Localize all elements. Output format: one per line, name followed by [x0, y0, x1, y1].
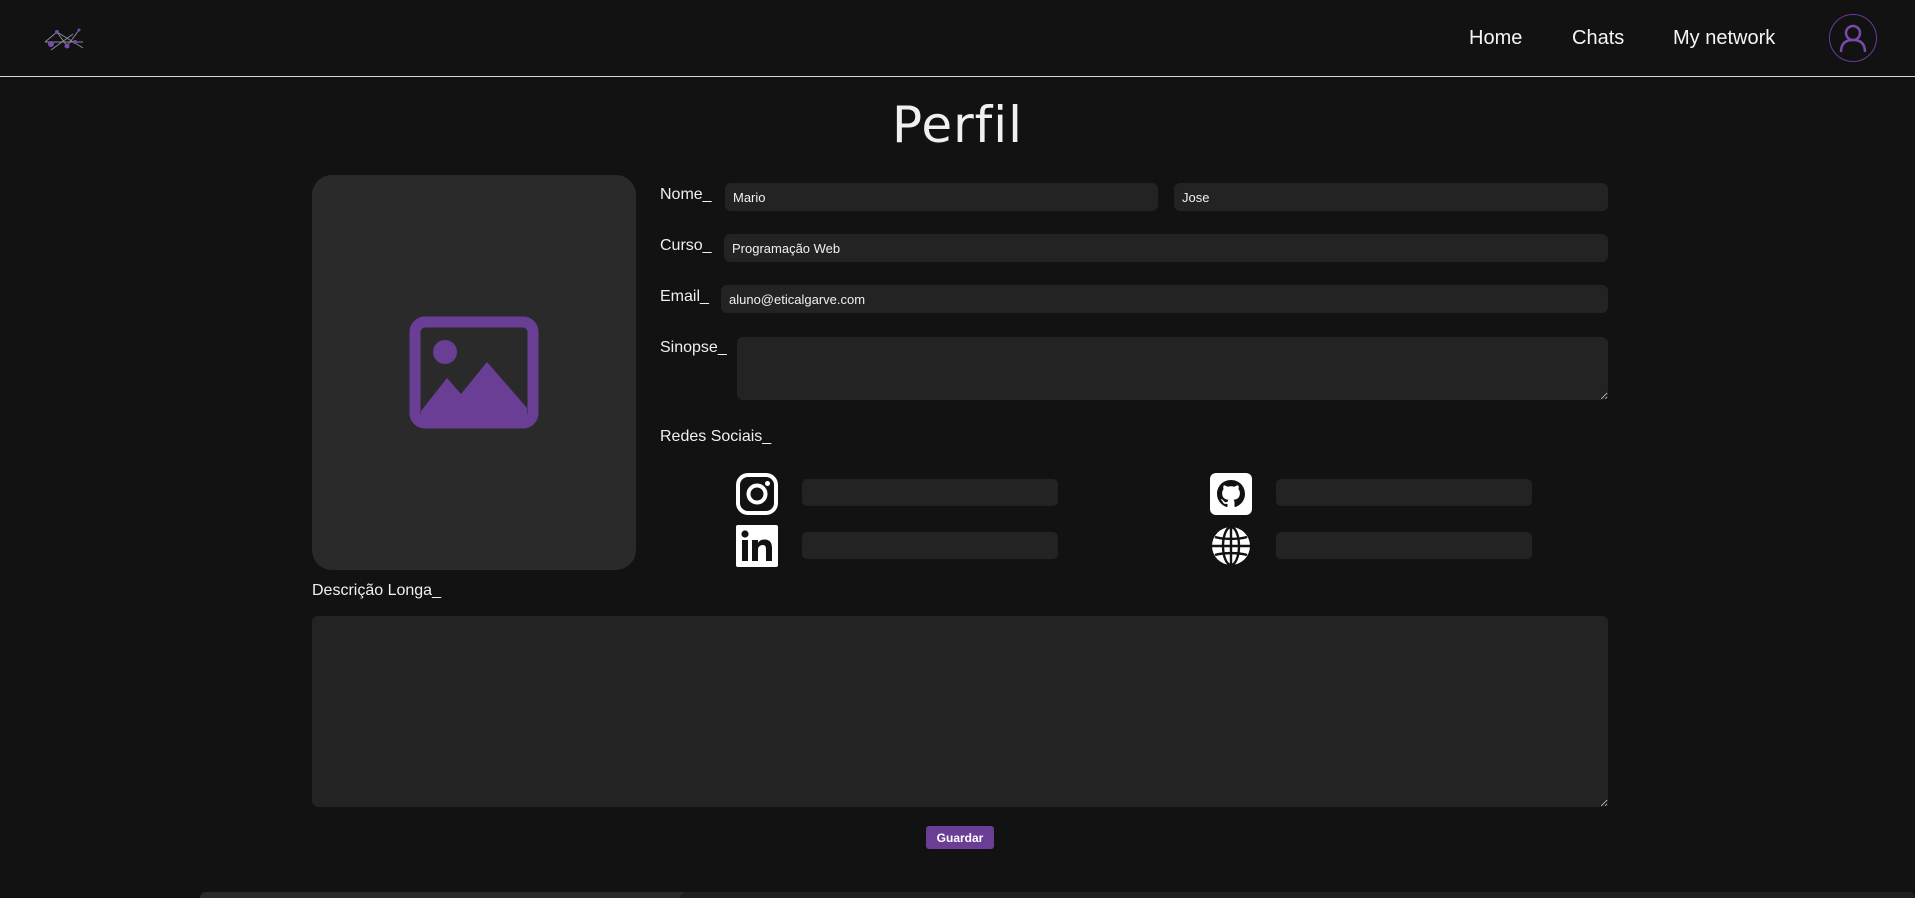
user-icon: [1839, 24, 1867, 53]
profile-photo-placeholder[interactable]: [312, 175, 636, 570]
last-name-input[interactable]: [1174, 183, 1608, 211]
logo-icon[interactable]: [43, 24, 87, 54]
instagram-input[interactable]: [802, 479, 1058, 506]
instagram-icon: [736, 473, 778, 515]
page-title: Perfil: [891, 96, 1024, 154]
linkedin-input[interactable]: [802, 532, 1058, 559]
github-icon: [1210, 473, 1252, 515]
redes-sociais-label: Redes Sociais_: [660, 428, 772, 445]
email-label: Email_: [660, 288, 709, 305]
email-input[interactable]: [721, 285, 1608, 313]
nav-chats-link[interactable]: Chats: [1572, 27, 1624, 50]
image-placeholder-icon: [409, 316, 539, 429]
curso-label: Curso_: [660, 237, 712, 254]
globe-icon: [1212, 525, 1250, 567]
curso-input[interactable]: [724, 234, 1608, 262]
linkedin-icon: [736, 525, 778, 567]
github-input[interactable]: [1276, 479, 1532, 506]
bottom-edge-right: [680, 892, 1915, 898]
guardar-button[interactable]: Guardar: [926, 826, 994, 849]
nome-label: Nome_: [660, 186, 712, 203]
website-input[interactable]: [1276, 532, 1532, 559]
nav-home-link[interactable]: Home: [1469, 27, 1522, 50]
descricao-longa-textarea[interactable]: [312, 616, 1608, 807]
sinopse-textarea[interactable]: [737, 337, 1608, 400]
sinopse-label: Sinopse_: [660, 339, 727, 356]
first-name-input[interactable]: [725, 183, 1158, 211]
navbar: Home Chats My network: [0, 0, 1915, 77]
user-avatar-button[interactable]: [1829, 14, 1877, 62]
descricao-longa-label: Descrição Longa_: [312, 582, 441, 599]
nav-my-network-link[interactable]: My network: [1673, 27, 1775, 50]
